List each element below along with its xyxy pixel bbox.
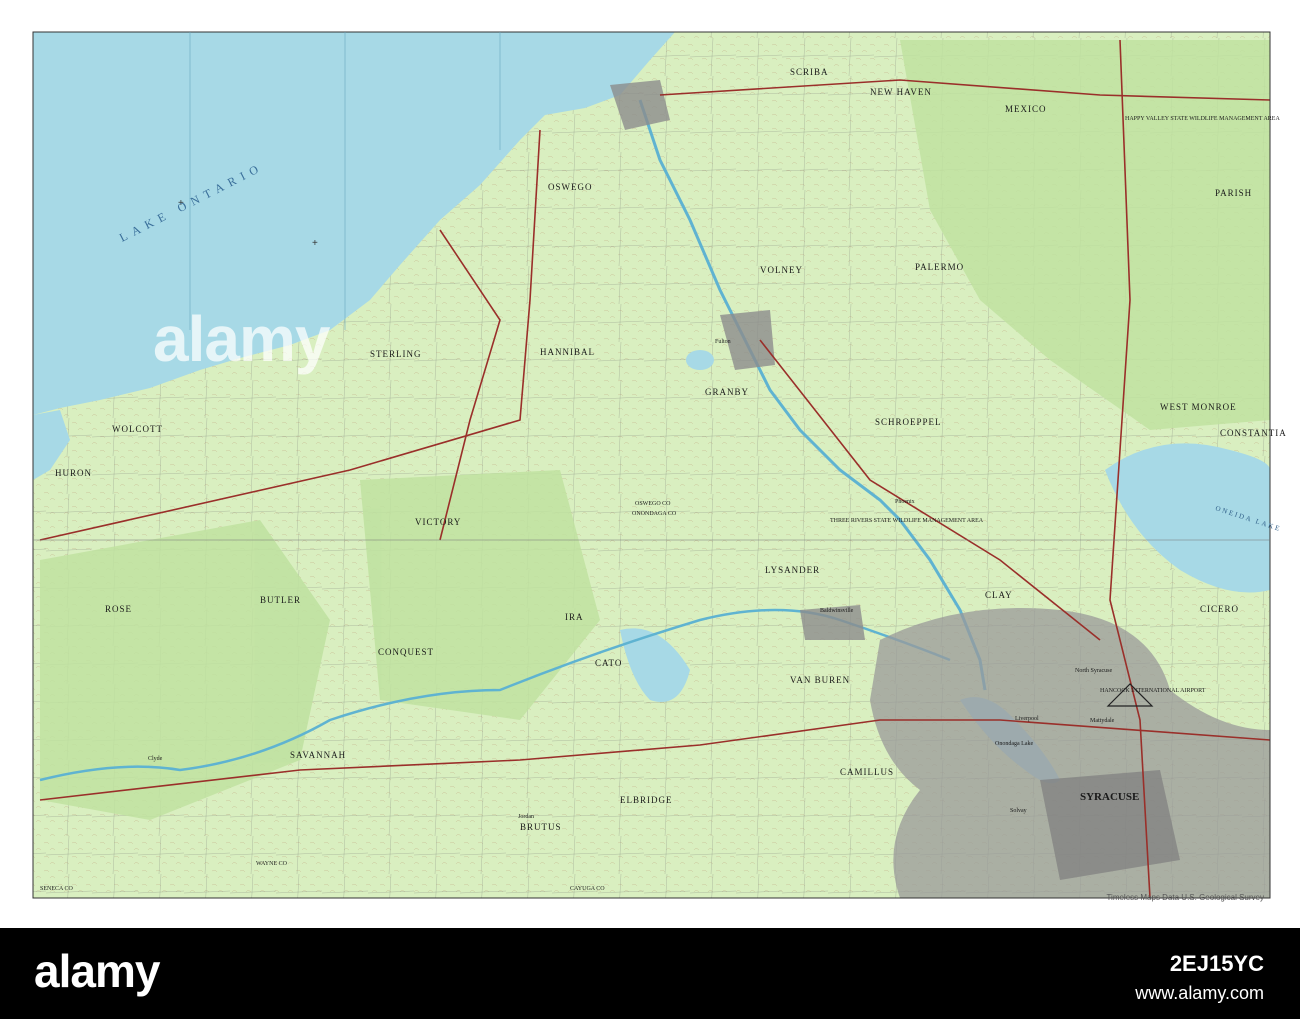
town-oswego: OSWEGO bbox=[548, 182, 593, 192]
town-constantia: CONSTANTIA bbox=[1220, 428, 1287, 438]
topographic-map: + + LAKE ONTARIO ONEIDA LAKE Onondaga La… bbox=[0, 0, 1300, 928]
place-north-syracuse: North Syracuse bbox=[1075, 668, 1112, 674]
place-phoenix: Phoenix bbox=[895, 499, 915, 505]
town-rose: ROSE bbox=[105, 604, 132, 614]
town-new-haven: NEW HAVEN bbox=[870, 87, 932, 97]
town-volney: VOLNEY bbox=[760, 265, 803, 275]
town-scriba: SCRIBA bbox=[790, 67, 829, 77]
label-onondaga-co: ONONDAGA CO bbox=[632, 511, 677, 517]
label-happy-valley: HAPPY VALLEY STATE WILDLIFE MANAGEMENT A… bbox=[1125, 116, 1280, 122]
town-parish: PARISH bbox=[1215, 188, 1252, 198]
town-conquest: CONQUEST bbox=[378, 647, 434, 657]
town-victory: VICTORY bbox=[415, 517, 461, 527]
label-three-rivers: THREE RIVERS STATE WILDLIFE MANAGEMENT A… bbox=[830, 518, 984, 524]
town-savannah: SAVANNAH bbox=[290, 750, 346, 760]
svg-text:+: + bbox=[312, 238, 318, 249]
town-hannibal: HANNIBAL bbox=[540, 347, 595, 357]
place-syracuse: SYRACUSE bbox=[1080, 791, 1139, 803]
town-huron: HURON bbox=[55, 468, 92, 478]
watermark: alamy bbox=[153, 303, 330, 375]
town-clay: CLAY bbox=[985, 590, 1013, 600]
map-canvas: + + LAKE ONTARIO ONEIDA LAKE Onondaga La… bbox=[32, 31, 1287, 899]
town-mexico: MEXICO bbox=[1005, 104, 1047, 114]
town-brutus: BRUTUS bbox=[520, 822, 562, 832]
place-baldwinsville: Baldwinsville bbox=[820, 608, 854, 614]
town-palermo: PALERMO bbox=[915, 262, 964, 272]
town-wolcott: WOLCOTT bbox=[112, 424, 163, 434]
town-schroeppel: SCHROEPPEL bbox=[875, 417, 942, 427]
town-lysander: LYSANDER bbox=[765, 565, 820, 575]
footer-logo[interactable]: alamy bbox=[34, 944, 160, 998]
town-butler: BUTLER bbox=[260, 595, 301, 605]
town-cicero: CICERO bbox=[1200, 604, 1239, 614]
label-seneca-co: SENECA CO bbox=[40, 886, 74, 892]
downtown-syracuse bbox=[1040, 770, 1180, 880]
town-van-buren: VAN BUREN bbox=[790, 675, 850, 685]
place-clyde: Clyde bbox=[148, 756, 163, 762]
label-oswego-co: OSWEGO CO bbox=[635, 501, 671, 507]
lake-neatahwanta bbox=[686, 350, 714, 370]
map-credit: Timeless Maps Data U.S. Geological Surve… bbox=[1106, 893, 1264, 902]
label-cayuga-co: CAYUGA CO bbox=[570, 886, 605, 892]
town-granby: GRANBY bbox=[705, 387, 749, 397]
town-elbridge: ELBRIDGE bbox=[620, 795, 673, 805]
place-mattydale: Mattydale bbox=[1090, 718, 1115, 724]
place-jordan: Jordan bbox=[518, 814, 534, 820]
label-wayne-co: WAYNE CO bbox=[256, 861, 288, 867]
town-sterling: STERLING bbox=[370, 349, 422, 359]
town-west-monroe: WEST MONROE bbox=[1160, 402, 1237, 412]
footer-bar bbox=[0, 928, 1300, 1019]
town-ira: IRA bbox=[565, 612, 584, 622]
image-id: 2EJ15YC bbox=[1169, 951, 1264, 976]
town-cato: CATO bbox=[595, 658, 622, 668]
place-liverpool: Liverpool bbox=[1015, 716, 1039, 722]
label-airport: HANCOCK INTERNATIONAL AIRPORT bbox=[1100, 688, 1206, 694]
town-camillus: CAMILLUS bbox=[840, 767, 894, 777]
place-solvay: Solvay bbox=[1010, 808, 1027, 814]
footer-url[interactable]: www.alamy.com bbox=[1135, 983, 1264, 1004]
place-fulton: Fulton bbox=[715, 339, 731, 345]
onondaga-lake-label: Onondaga Lake bbox=[995, 741, 1033, 747]
